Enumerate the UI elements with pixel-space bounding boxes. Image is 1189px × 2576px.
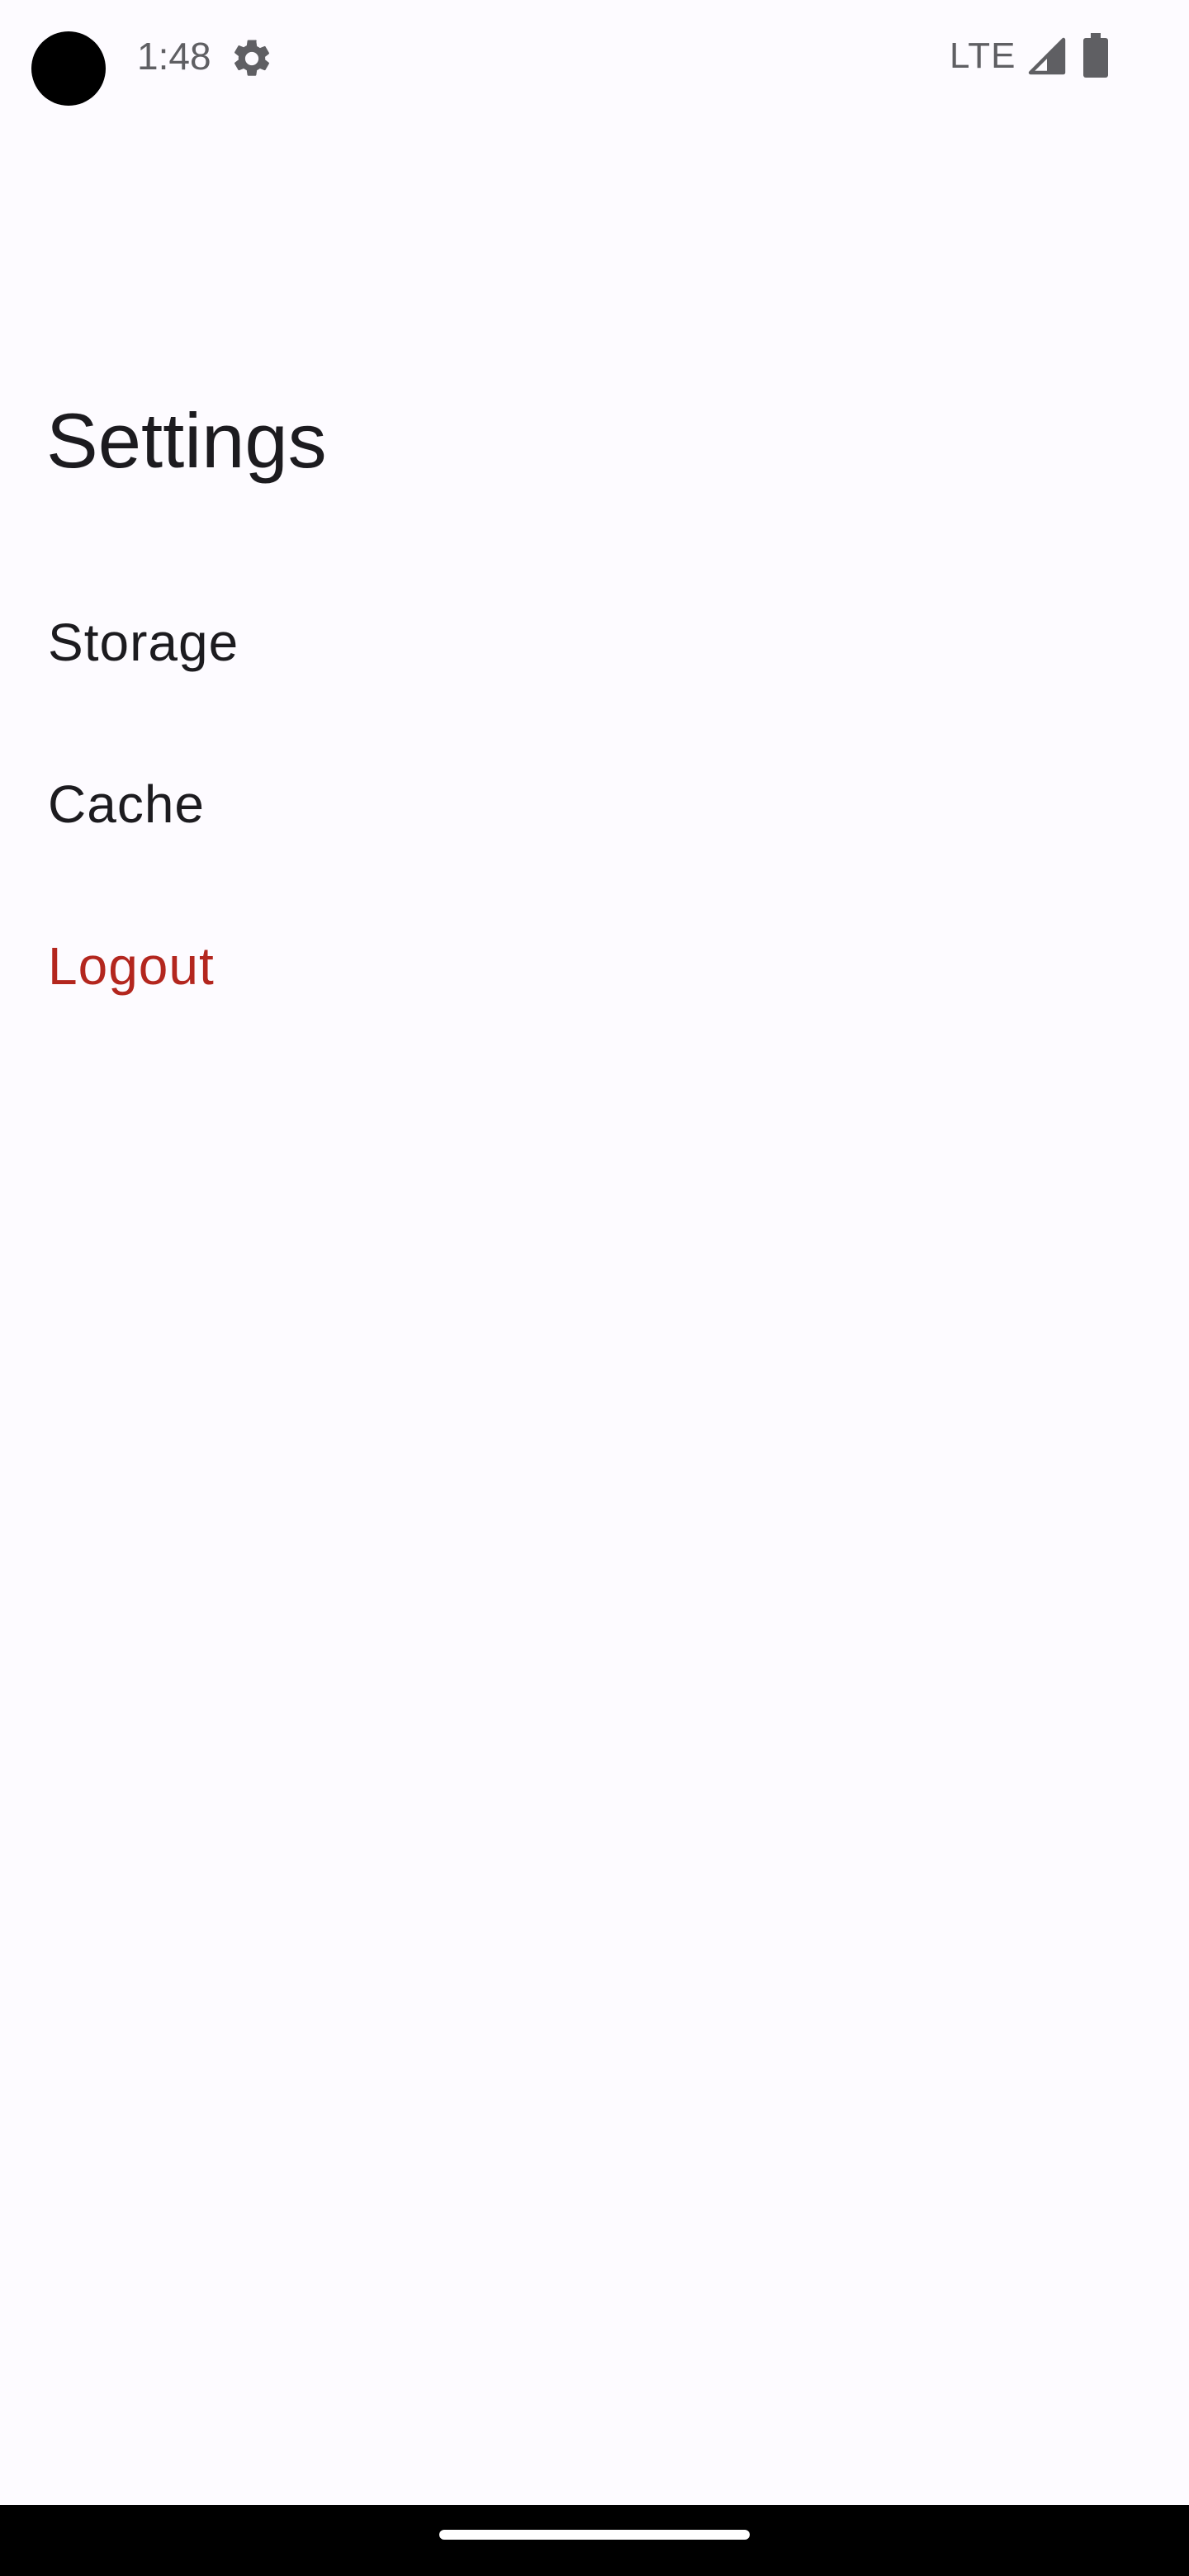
settings-screen: 1:48 LTE Settings Storage Cache Logout (0, 0, 1189, 2576)
battery-icon (1083, 33, 1108, 78)
settings-item-storage[interactable]: Storage (0, 561, 1189, 723)
settings-icon (234, 40, 270, 76)
page-title: Settings (46, 397, 327, 484)
camera-cutout (31, 31, 106, 106)
settings-item-cache[interactable]: Cache (0, 723, 1189, 885)
cell-signal-icon (1028, 37, 1066, 75)
status-time: 1:48 (137, 35, 211, 78)
network-type-label: LTE (950, 36, 1016, 76)
status-bar: 1:48 LTE (0, 0, 1189, 116)
home-gesture-handle[interactable] (439, 2530, 750, 2540)
settings-list: Storage Cache Logout (0, 561, 1189, 1047)
logout-button[interactable]: Logout (0, 885, 1189, 1047)
navigation-bar (0, 2505, 1189, 2576)
